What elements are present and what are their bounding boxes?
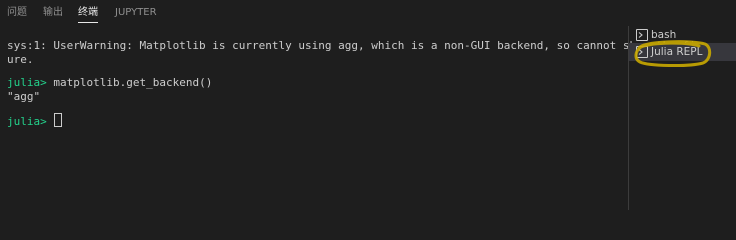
command-line: julia> matplotlib.get_backend()	[7, 76, 212, 90]
input-line[interactable]: julia>	[7, 113, 63, 129]
tab-output[interactable]: 输出	[43, 7, 63, 19]
tab-terminal[interactable]: 终端	[78, 7, 98, 19]
julia-prompt: julia>	[7, 115, 47, 128]
terminal-item-julia-repl[interactable]: Julia REPL	[629, 43, 736, 61]
warning-line-continued: ure.	[7, 53, 34, 66]
text-cursor	[54, 113, 63, 127]
panel-tabs: 问题 输出 终端 JUPYTER	[0, 0, 736, 26]
terminal-item-label: Julia REPL	[651, 46, 703, 58]
terminal-list: bash Julia REPL	[629, 26, 736, 210]
terminal-output[interactable]: sys:1: UserWarning: Matplotlib is curren…	[0, 30, 702, 210]
terminal-item-bash[interactable]: bash	[629, 26, 736, 44]
terminal-icon	[636, 46, 648, 58]
terminal-icon	[636, 29, 648, 41]
warning-line: sys:1: UserWarning: Matplotlib is curren…	[7, 39, 703, 52]
tab-problems[interactable]: 问题	[7, 7, 27, 19]
command-text: matplotlib.get_backend()	[46, 76, 213, 89]
active-tab-indicator	[78, 22, 98, 23]
terminal-item-label: bash	[651, 29, 677, 41]
output-line: "agg"	[7, 90, 41, 103]
julia-prompt: julia>	[7, 76, 47, 89]
tab-jupyter[interactable]: JUPYTER	[115, 7, 157, 19]
